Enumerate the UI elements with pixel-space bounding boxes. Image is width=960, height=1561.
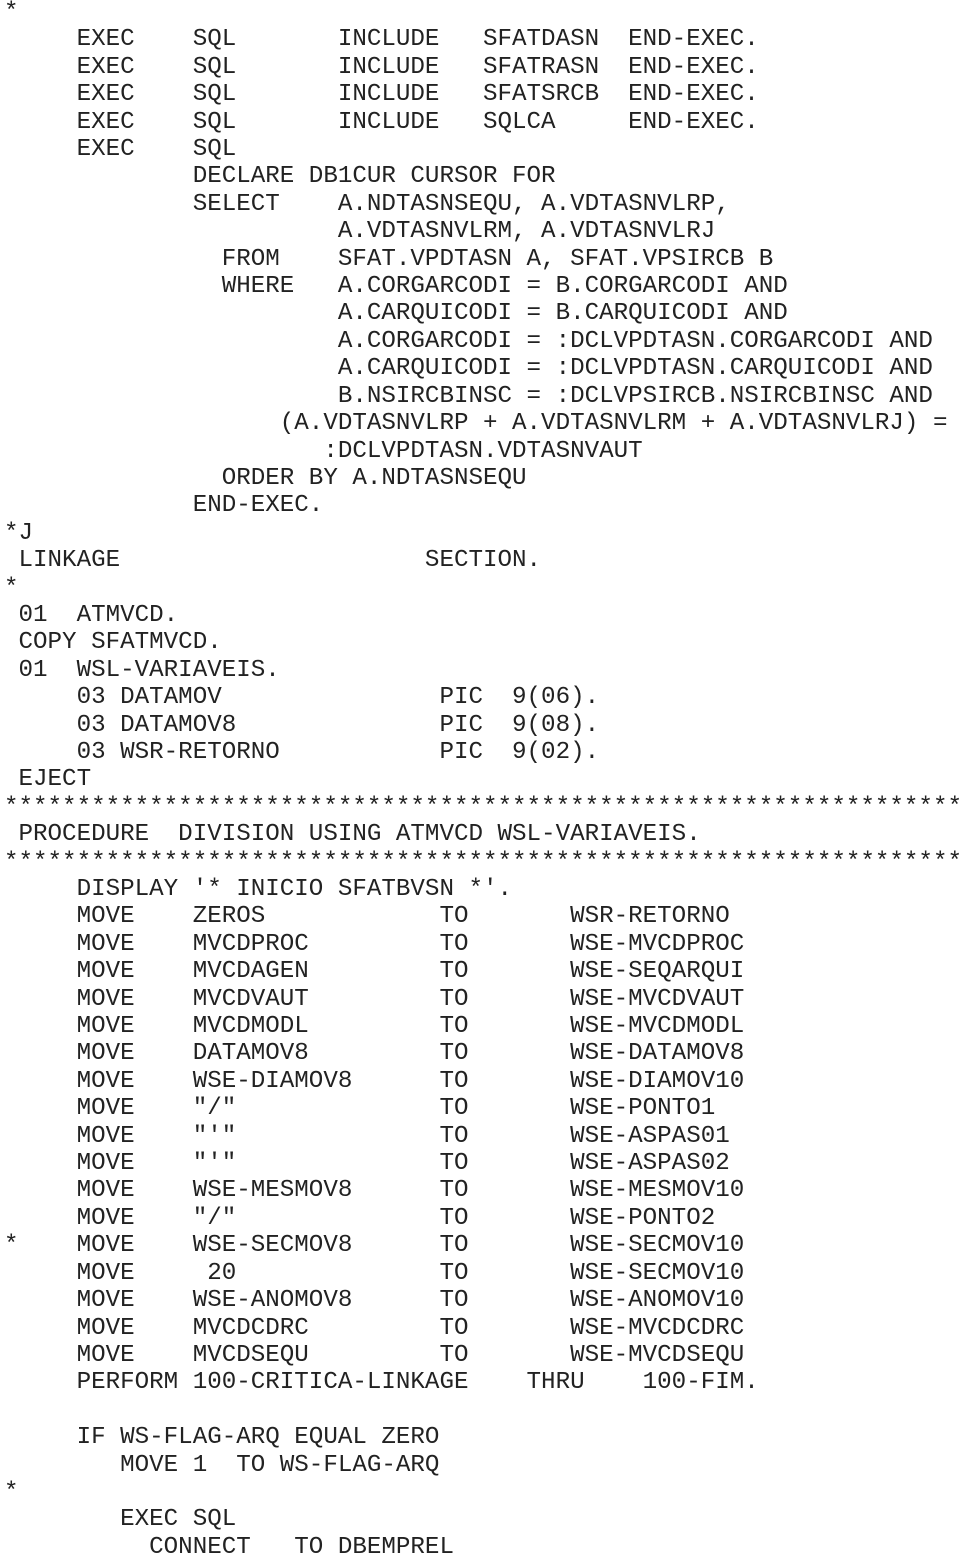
declare-cursor-line: DECLARE DB1CUR CURSOR FOR <box>4 163 556 191</box>
where-line: WHERE A.CORGARCODI = B.CORGARCODI AND <box>4 273 788 301</box>
eject-line: EJECT <box>4 766 92 794</box>
comment-line: * <box>4 1478 19 1506</box>
linkage-section-line: LINKAGE SECTION. <box>4 547 542 575</box>
move-statement: MOVE "/" TO WSE-PONTO2 <box>4 1204 716 1232</box>
level-01-atmvcd: 01 ATMVCD. <box>4 601 179 629</box>
move-statement: MOVE WSE-MESMOV8 TO WSE-MESMOV10 <box>4 1177 745 1205</box>
exec-sql-line: EXEC SQL <box>4 1506 237 1534</box>
where-condition-line: A.CARQUICODI = :DCLVPDTASN.CARQUICODI AN… <box>4 355 933 383</box>
move-statement: MOVE MVCDCDRC TO WSE-MVCDCDRC <box>4 1314 745 1342</box>
move-statement: MOVE 1 TO WS-FLAG-ARQ <box>4 1451 440 1479</box>
copy-line: COPY SFATMVCD. <box>4 629 222 657</box>
end-exec-line: END-EXEC. <box>4 492 324 520</box>
display-line: DISPLAY '* INICIO SFATBVSN *'. <box>4 876 513 903</box>
where-condition-line: B.NSIRCBINSC = :DCLVPSIRCB.NSIRCBINSC AN… <box>4 382 933 410</box>
move-statement: MOVE ZEROS TO WSR-RETORNO <box>4 903 730 931</box>
commented-move-statement: * MOVE WSE-SECMOV8 TO WSE-SECMOV10 <box>4 1232 745 1260</box>
where-condition-line: A.CARQUICODI = B.CARQUICODI AND <box>4 300 788 328</box>
move-statement: MOVE "/" TO WSE-PONTO1 <box>4 1095 716 1123</box>
perform-statement: PERFORM 100-CRITICA-LINKAGE THRU 100-FIM… <box>4 1369 759 1397</box>
move-statement: MOVE MVCDPROC TO WSE-MVCDPROC <box>4 930 745 958</box>
select-line: SELECT A.NDTASNSEQU, A.VDTASNVLRP, <box>4 190 730 218</box>
sql-include-sqlca: EXEC SQL INCLUDE SQLCA END-EXEC. <box>4 108 759 136</box>
procedure-division-line: PROCEDURE DIVISION USING ATMVCD WSL-VARI… <box>4 821 701 849</box>
move-statement: MOVE DATAMOV8 TO WSE-DATAMOV8 <box>4 1040 745 1068</box>
move-statement: MOVE MVCDMODL TO WSE-MVCDMODL <box>4 1013 745 1041</box>
where-condition-line: A.CORGARCODI = :DCLVPDTASN.CORGARCODI AN… <box>4 327 933 355</box>
where-condition-line: :DCLVPDTASN.VDTASNVAUT <box>4 437 643 465</box>
comment-line: * <box>4 0 19 26</box>
move-statement: MOVE WSE-DIAMOV8 TO WSE-DIAMOV10 <box>4 1067 745 1095</box>
comment-line: * <box>4 574 19 602</box>
sql-include-sfatrasn: EXEC SQL INCLUDE SFATRASN END-EXEC. <box>4 53 759 81</box>
asterisk-divider: ****************************************… <box>4 793 960 821</box>
sql-include-sfatsrcb: EXEC SQL INCLUDE SFATSRCB END-EXEC. <box>4 81 759 109</box>
move-statement: MOVE MVCDSEQU TO WSE-MVCDSEQU <box>4 1341 745 1369</box>
if-statement: IF WS-FLAG-ARQ EQUAL ZERO <box>4 1424 440 1452</box>
field-datamov8: 03 DATAMOV8 PIC 9(08). <box>4 711 600 739</box>
move-statement: MOVE WSE-ANOMOV8 TO WSE-ANOMOV10 <box>4 1287 745 1315</box>
asterisk-divider: ****************************************… <box>4 848 960 876</box>
move-statement: MOVE MVCDVAUT TO WSE-MVCDVAUT <box>4 985 745 1013</box>
field-wsr-retorno: 03 WSR-RETORNO PIC 9(02). <box>4 738 600 766</box>
move-statement: MOVE 20 TO WSE-SECMOV10 <box>4 1259 745 1287</box>
exec-sql-line: EXEC SQL <box>4 136 237 164</box>
field-datamov: 03 DATAMOV PIC 9(06). <box>4 684 600 712</box>
level-01-wsl-variaveis: 01 WSL-VARIAVEIS. <box>4 656 280 684</box>
cobol-listing: * EXEC SQL INCLUDE SFATDASN END-EXEC. EX… <box>4 0 960 1561</box>
move-statement: MOVE "'" TO WSE-ASPAS02 <box>4 1150 730 1178</box>
sql-include-sfatdasn: EXEC SQL INCLUDE SFATDASN END-EXEC. <box>4 26 759 54</box>
comment-line: *J <box>4 519 34 547</box>
order-by-line: ORDER BY A.NDTASNSEQU <box>4 464 527 492</box>
select-continuation-line: A.VDTASNVLRM, A.VDTASNVLRJ <box>4 218 716 246</box>
move-statement: MOVE MVCDAGEN TO WSE-SEQARQUI <box>4 958 745 986</box>
where-condition-line: (A.VDTASNVLRP + A.VDTASNVLRM + A.VDTASNV… <box>4 410 948 438</box>
from-line: FROM SFAT.VPDTASN A, SFAT.VPSIRCB B <box>4 245 774 273</box>
move-statement: MOVE "'" TO WSE-ASPAS01 <box>4 1122 730 1150</box>
